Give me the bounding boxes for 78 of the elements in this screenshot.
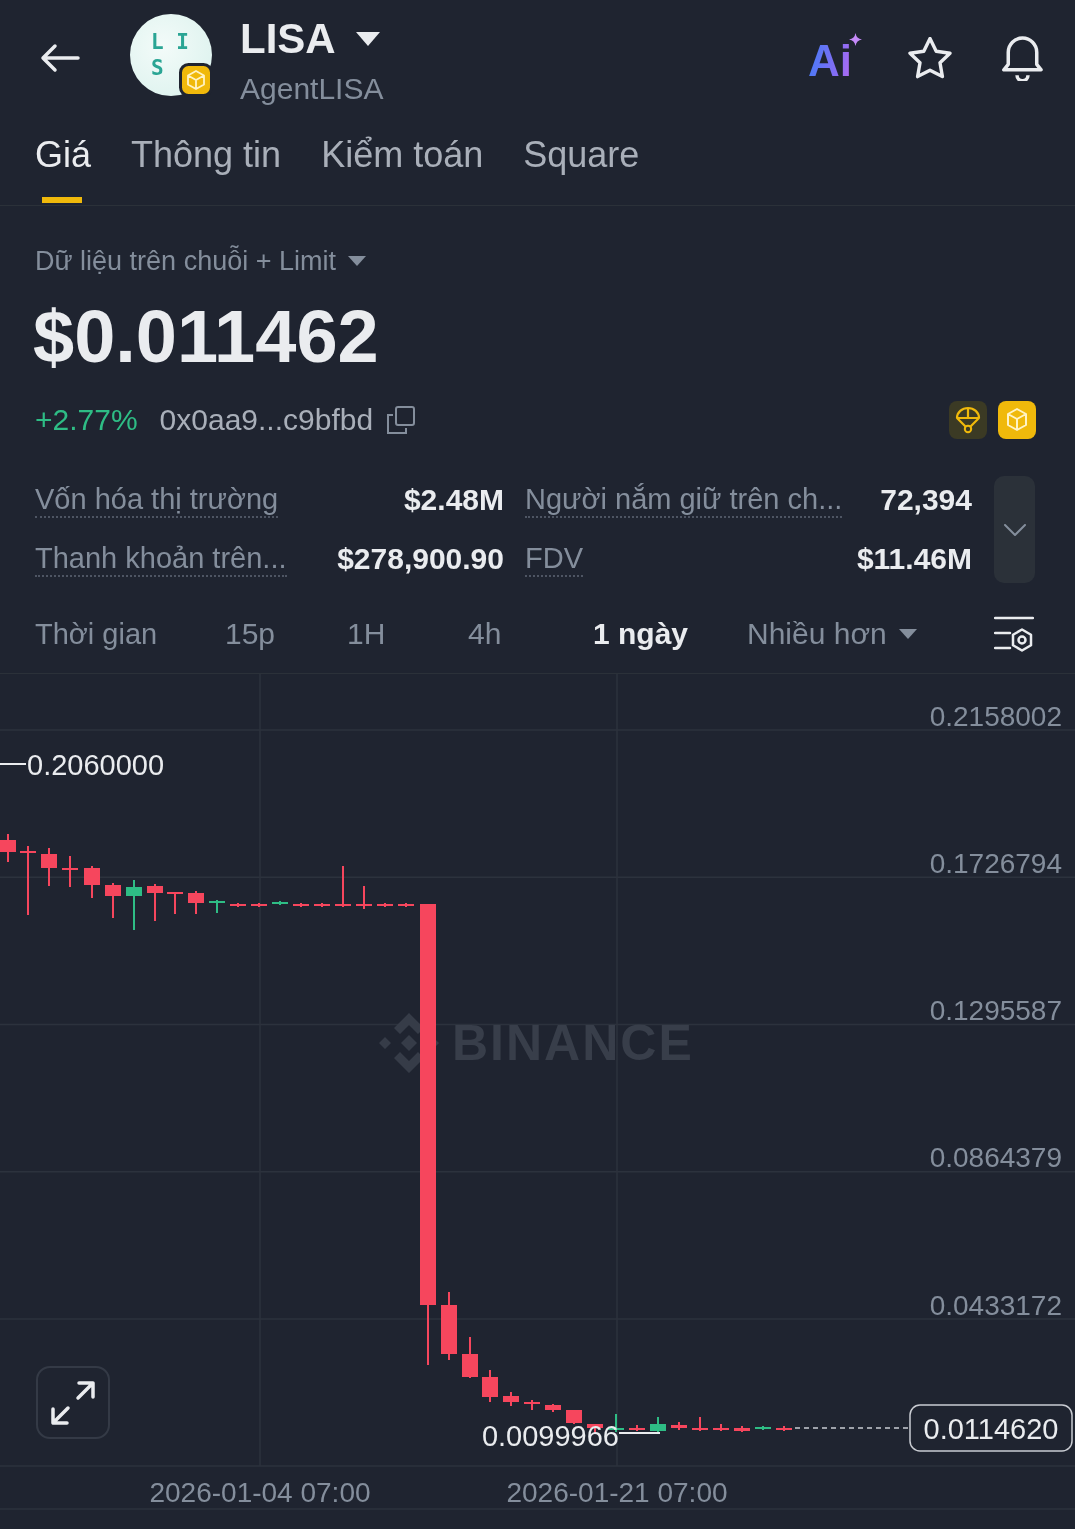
stat-value: $11.46M (856, 542, 972, 576)
stat-label: Người nắm giữ trên ch... (525, 482, 843, 518)
candle (713, 1423, 729, 1432)
candle (147, 883, 163, 922)
candle (188, 890, 204, 915)
candle (650, 1416, 666, 1433)
tab[interactable]: Thông tin (131, 115, 282, 205)
sparkle-icon (849, 32, 862, 46)
candle (167, 891, 183, 915)
time-axis-label: 2026-01-04 07:00 (149, 1477, 371, 1508)
tab[interactable]: Kiểm toán (321, 115, 484, 205)
star-icon (908, 36, 952, 79)
candle (209, 899, 225, 914)
settings-icon[interactable] (994, 616, 1034, 652)
candle (671, 1421, 687, 1431)
stat-value: 72,394 (880, 483, 972, 517)
candle (84, 865, 100, 899)
more-intervals-dropdown[interactable]: Nhiều hơn (747, 617, 917, 651)
candle (566, 1409, 582, 1425)
candle (629, 1424, 645, 1432)
arrow-left-icon (40, 42, 80, 73)
stat-label: Thanh khoản trên... (35, 541, 287, 577)
stat-label: FDV (525, 541, 583, 577)
caret-down-icon (898, 629, 917, 639)
logo-text: L I (151, 29, 189, 55)
token-name: AgentLISA (240, 70, 384, 107)
tab[interactable]: Square (523, 115, 640, 205)
stat-value: $278,900.90 (337, 542, 504, 576)
logo-text: S (151, 55, 164, 81)
candle (356, 885, 372, 910)
interval-option[interactable]: 1H (347, 617, 386, 651)
price-axis-label: 0.1295587 (929, 995, 1062, 1026)
caret-down-icon (347, 256, 366, 266)
interval-option[interactable]: 1 ngày (593, 617, 689, 651)
last-price-tag: 0.0114620 (909, 1404, 1073, 1452)
candle (62, 855, 78, 888)
interval-option[interactable]: 15p (225, 617, 276, 651)
candle (41, 847, 57, 887)
interval-option[interactable]: 4h (468, 617, 502, 651)
back-button[interactable] (40, 42, 80, 73)
caret-down-icon[interactable] (355, 31, 380, 46)
token-symbol: LISA (240, 14, 336, 63)
bell-icon (1000, 34, 1045, 81)
price-axis-label: 0.1726794 (929, 847, 1062, 879)
candle (0, 833, 16, 863)
cube-icon[interactable] (998, 401, 1036, 439)
candle (503, 1391, 519, 1407)
candle (441, 1291, 457, 1361)
tab[interactable]: Giá (35, 115, 92, 205)
candle (524, 1399, 540, 1411)
price-value: $0.011462 (33, 297, 379, 377)
price-axis-label: 0.2158002 (929, 700, 1062, 732)
contract-address: 0x0aa9...c9bfbd (159, 403, 374, 437)
cube-badge-icon (179, 63, 213, 97)
stat-label: Vốn hóa thị trường (35, 482, 279, 518)
candle (692, 1416, 708, 1432)
parachute-icon[interactable] (949, 401, 987, 439)
interval-label: Thời gian (35, 617, 158, 651)
candle (105, 882, 121, 919)
chevron-down-icon (1003, 523, 1026, 536)
candle (462, 1336, 478, 1379)
price-axis-label: 0.0864379 (929, 1142, 1062, 1174)
price-axis-label: 0.0433172 (929, 1289, 1062, 1321)
fullscreen-button[interactable] (36, 1366, 110, 1439)
candle (776, 1425, 792, 1432)
price-change: +2.77% (35, 403, 138, 437)
candle (482, 1369, 498, 1403)
stat-value: $2.48M (403, 483, 504, 517)
candle (545, 1403, 561, 1413)
notification-button[interactable] (1000, 34, 1045, 81)
data-source-dropdown[interactable]: Dữ liệu trên chuỗi + Limit (35, 244, 366, 278)
candle (335, 865, 351, 908)
candle (734, 1425, 750, 1433)
candle (20, 845, 36, 916)
favorite-button[interactable] (908, 36, 952, 79)
copy-icon[interactable] (387, 406, 416, 434)
time-axis-label: 2026-01-21 07:00 (506, 1477, 728, 1508)
candle (126, 879, 142, 931)
